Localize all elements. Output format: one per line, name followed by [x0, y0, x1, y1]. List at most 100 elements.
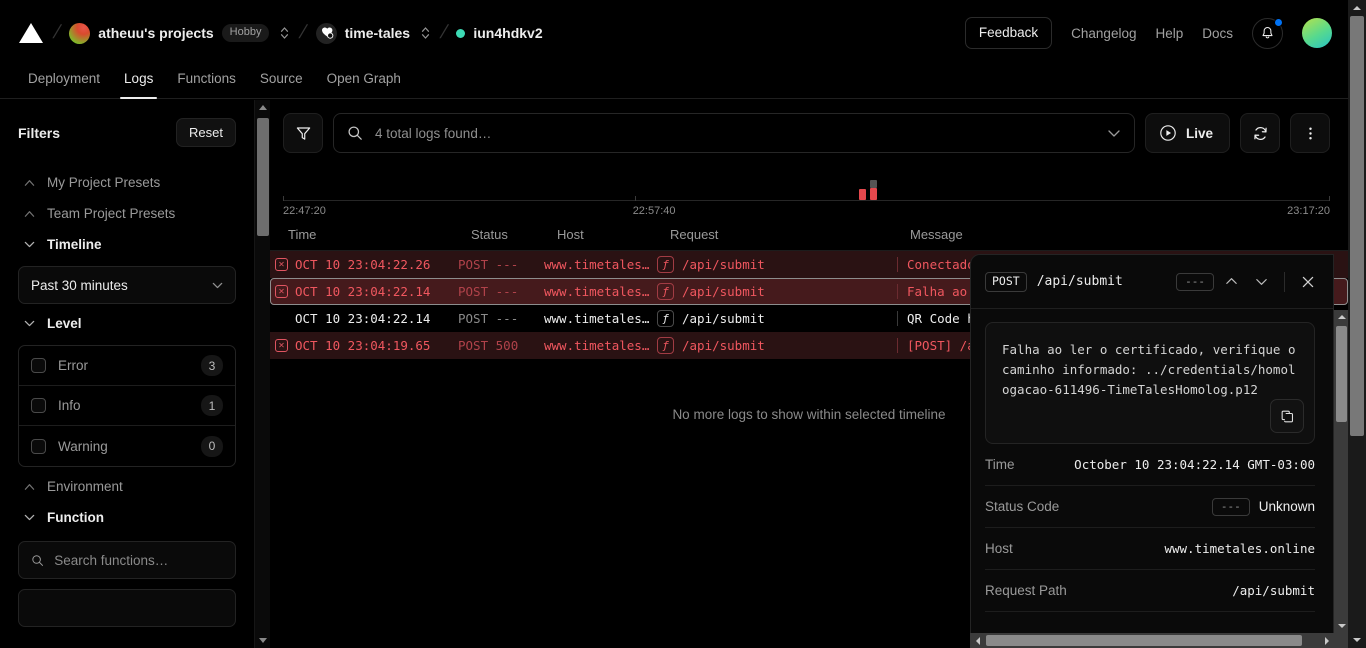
- page-scrollbar[interactable]: [1348, 0, 1366, 648]
- detail-message-card: Falha ao ler o certificado, verifique o …: [985, 322, 1315, 444]
- breadcrumb-separator-1: /: [50, 22, 63, 43]
- column-header-host[interactable]: Host: [557, 227, 670, 242]
- detail-vertical-scrollbar[interactable]: [1334, 310, 1349, 648]
- environment-label: Environment: [47, 479, 123, 494]
- timeline-label-end: 23:17:20: [1287, 205, 1330, 217]
- column-header-request[interactable]: Request: [670, 227, 910, 242]
- function-search-box[interactable]: [18, 541, 236, 579]
- timeline-bar-1[interactable]: [858, 189, 866, 200]
- detail-prev-button[interactable]: [1218, 269, 1244, 295]
- detail-field-status-value-group: --- Unknown: [1211, 497, 1315, 516]
- function-list-item-partial[interactable]: [18, 589, 236, 627]
- lambda-icon: ƒ: [657, 337, 674, 354]
- sidebar-section-timeline[interactable]: Timeline: [18, 229, 236, 260]
- search-functions-input[interactable]: [54, 552, 223, 568]
- sidebar-scrollbar-thumb[interactable]: [257, 118, 269, 236]
- breadcrumb-deployment[interactable]: iun4hdkv2: [456, 25, 543, 41]
- timeline-label-mid: 22:57:40: [632, 205, 676, 217]
- chevron-up-down-icon-project[interactable]: [420, 25, 431, 41]
- detail-scroll-left-button[interactable]: [970, 633, 985, 648]
- timeline-tick-start: [283, 196, 284, 201]
- refresh-button[interactable]: [1240, 113, 1280, 153]
- row-time: OCT 10 23:04:22.26: [295, 257, 431, 272]
- sidebar-scroll-down-button[interactable]: [255, 633, 271, 648]
- tab-deployment[interactable]: Deployment: [18, 71, 110, 98]
- page-scrollbar-thumb[interactable]: [1350, 16, 1364, 436]
- docs-link[interactable]: Docs: [1202, 26, 1233, 41]
- detail-scroll-up-button[interactable]: [1334, 310, 1349, 324]
- column-header-time[interactable]: Time: [288, 227, 471, 242]
- chevron-down-icon[interactable]: [1107, 126, 1121, 140]
- page-scroll-up-button[interactable]: [1348, 0, 1366, 16]
- live-toggle-button[interactable]: Live: [1144, 113, 1230, 153]
- breadcrumb-team[interactable]: atheuu's projects Hobby: [69, 22, 290, 44]
- level-filter-warning[interactable]: Warning 0: [19, 426, 235, 466]
- sidebar-section-environment[interactable]: Environment: [18, 471, 236, 502]
- logs-search-input[interactable]: [375, 125, 1095, 141]
- status-dot-ready-icon: [456, 28, 466, 38]
- chevron-up-down-icon[interactable]: [279, 25, 290, 41]
- sidebar-scroll-up-button[interactable]: [255, 100, 271, 115]
- row-time: OCT 10 23:04:19.65: [295, 338, 431, 353]
- detail-scrollbar-thumb[interactable]: [1336, 326, 1347, 422]
- detail-request-path: /api/submit: [1036, 274, 1123, 289]
- sidebar-section-function[interactable]: Function: [18, 502, 236, 533]
- logs-timeline-histogram[interactable]: 22:47:20 22:57:40 23:17:20: [283, 163, 1330, 219]
- breadcrumb-separator-2: /: [297, 22, 310, 43]
- detail-next-button[interactable]: [1248, 269, 1274, 295]
- detail-scroll-down-button[interactable]: [1334, 619, 1349, 633]
- notifications-button[interactable]: [1252, 17, 1283, 49]
- help-link[interactable]: Help: [1155, 26, 1183, 41]
- changelog-link[interactable]: Changelog: [1071, 26, 1136, 41]
- checkbox-error[interactable]: [31, 358, 46, 373]
- page-scroll-down-button[interactable]: [1348, 632, 1366, 648]
- checkbox-info[interactable]: [31, 398, 46, 413]
- detail-horizontal-scrollbar[interactable]: [970, 633, 1334, 648]
- chevron-down-icon: [24, 514, 35, 521]
- sidebar-section-level[interactable]: Level: [18, 308, 236, 339]
- chevron-down-icon: [212, 282, 223, 288]
- detail-field-host-value: www.timetales.online: [1164, 541, 1315, 556]
- tab-logs[interactable]: Logs: [114, 71, 163, 99]
- more-options-button[interactable]: [1290, 113, 1330, 153]
- level-filter-info[interactable]: Info 1: [19, 386, 235, 426]
- sidebar-scrollbar[interactable]: [254, 100, 270, 648]
- search-icon: [32, 554, 44, 566]
- row-status: ---: [495, 311, 519, 326]
- row-status: ---: [495, 257, 519, 272]
- tab-source[interactable]: Source: [250, 71, 313, 98]
- vercel-triangle-icon[interactable]: [18, 22, 44, 44]
- topbar-right-group: Feedback Changelog Help Docs: [964, 17, 1332, 49]
- row-status: ---: [495, 284, 519, 299]
- filters-title: Filters: [18, 124, 61, 141]
- column-header-message[interactable]: Message: [910, 227, 1348, 242]
- logs-search-box[interactable]: [333, 113, 1135, 153]
- filter-toggle-button[interactable]: [283, 113, 323, 153]
- bell-icon: [1262, 26, 1273, 38]
- timeline-bar-2[interactable]: [870, 188, 878, 200]
- log-detail-panel: POST /api/submit --- Falha ao ler o cert…: [970, 254, 1334, 648]
- detail-status-code-chip: ---: [1211, 497, 1250, 516]
- column-header-status[interactable]: Status: [471, 227, 557, 242]
- level-filter-error[interactable]: Error 3: [19, 346, 235, 386]
- chevron-right-icon: [24, 211, 35, 217]
- sidebar-section-team-project-presets[interactable]: Team Project Presets: [18, 198, 236, 229]
- feedback-button[interactable]: Feedback: [964, 17, 1053, 49]
- level-label: Level: [47, 316, 82, 331]
- detail-hscrollbar-thumb[interactable]: [986, 635, 1302, 646]
- tab-functions[interactable]: Functions: [167, 71, 246, 98]
- detail-scroll-right-button[interactable]: [1319, 633, 1334, 648]
- breadcrumb-project[interactable]: time-tales: [315, 22, 431, 44]
- user-avatar[interactable]: [1302, 18, 1332, 48]
- tab-open-graph[interactable]: Open Graph: [317, 71, 411, 98]
- reset-filters-button[interactable]: Reset: [176, 118, 236, 147]
- sidebar-section-my-project-presets[interactable]: My Project Presets: [18, 167, 236, 198]
- detail-field-status-key: Status Code: [985, 499, 1060, 514]
- checkbox-warning[interactable]: [31, 438, 46, 454]
- timeline-range-select[interactable]: Past 30 minutes: [18, 266, 236, 304]
- timeline-tick-mid: [634, 196, 636, 201]
- detail-close-button[interactable]: [1295, 269, 1321, 295]
- copy-message-button[interactable]: [1270, 399, 1304, 433]
- detail-status-chip: ---: [1176, 272, 1214, 291]
- detail-field-status-code: Status Code --- Unknown: [985, 486, 1315, 528]
